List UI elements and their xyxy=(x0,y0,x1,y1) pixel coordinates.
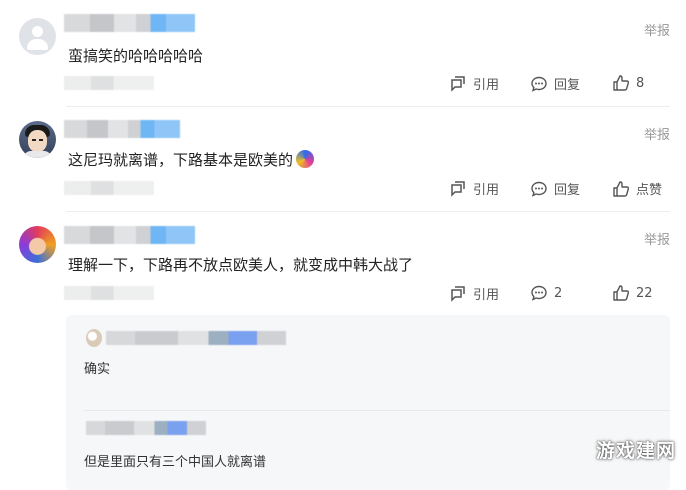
reply-button[interactable]: 回复 xyxy=(530,179,580,198)
quote-label: 引用 xyxy=(473,78,500,93)
like-count: 22 xyxy=(636,285,653,301)
blurred-reply-username xyxy=(106,331,286,345)
reply-bubble-icon xyxy=(531,285,547,301)
reply-label: 回复 xyxy=(554,78,581,93)
divider xyxy=(66,211,670,212)
reply-text: 但是里面只有三个中国人就离谱 xyxy=(84,455,267,470)
blurred-reply-username xyxy=(86,421,206,435)
quote-button[interactable]: 引用 xyxy=(449,179,499,198)
quote-label: 引用 xyxy=(473,183,500,198)
blurred-username xyxy=(64,226,195,244)
report-link[interactable]: 举报 xyxy=(644,229,670,248)
quote-button[interactable]: 引用 xyxy=(449,284,499,303)
emoji-sticker-icon xyxy=(296,150,315,168)
report-link[interactable]: 举报 xyxy=(644,124,670,143)
thumbs-up-icon xyxy=(613,75,630,91)
like-button[interactable]: 点赞 xyxy=(612,179,662,198)
divider xyxy=(84,410,670,411)
report-link[interactable]: 举报 xyxy=(644,20,670,39)
reply-bubble-icon xyxy=(531,181,547,197)
reply-button[interactable]: 2 xyxy=(530,284,562,302)
quote-label: 引用 xyxy=(473,288,500,303)
blurred-meta xyxy=(64,286,154,300)
reply-bubble-icon xyxy=(531,76,547,92)
blurred-username xyxy=(64,120,180,138)
user-avatar[interactable] xyxy=(19,226,56,263)
comment-text-content: 这尼玛就离谱，下路基本是欧美的 xyxy=(68,151,294,169)
reply-button[interactable]: 回复 xyxy=(530,74,580,93)
quote-button[interactable]: 引用 xyxy=(449,74,499,93)
like-label: 点赞 xyxy=(636,183,663,198)
user-avatar[interactable] xyxy=(19,121,56,158)
thumbs-up-icon xyxy=(613,180,630,197)
like-button[interactable]: 22 xyxy=(612,284,653,302)
reply-avatar[interactable] xyxy=(86,329,102,347)
blurred-username xyxy=(64,14,195,32)
comment-text: 理解一下，下路再不放点欧美人，就变成中韩大战了 xyxy=(68,256,414,274)
divider xyxy=(66,106,670,107)
reply-text: 确实 xyxy=(84,362,111,377)
comment-text: 这尼玛就离谱，下路基本是欧美的 xyxy=(68,149,315,170)
thumbs-up-icon xyxy=(613,285,630,301)
quote-icon xyxy=(451,75,465,92)
user-avatar[interactable] xyxy=(19,18,56,55)
blurred-meta xyxy=(64,181,154,195)
like-button[interactable]: 8 xyxy=(612,74,644,92)
reply-thread: 确实 但是里面只有三个中国人就离谱 xyxy=(66,315,670,490)
reply-count: 2 xyxy=(554,285,563,301)
quote-icon xyxy=(451,285,465,302)
quote-icon xyxy=(451,180,465,197)
like-count: 8 xyxy=(636,75,645,91)
watermark-text: 游戏建网 xyxy=(595,440,676,462)
blurred-meta xyxy=(64,76,154,90)
reply-label: 回复 xyxy=(554,183,581,198)
comment-text: 蛮搞笑的哈哈哈哈哈 xyxy=(68,47,204,65)
